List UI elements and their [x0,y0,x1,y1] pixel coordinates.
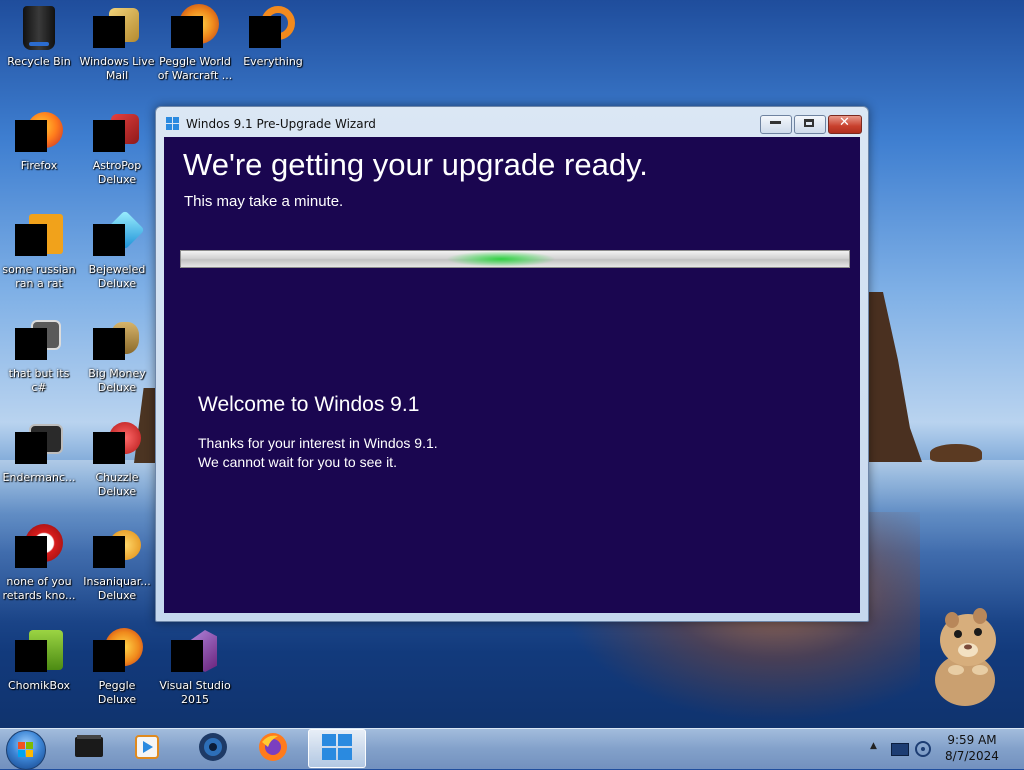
money-bag-icon [93,316,141,364]
desktop-icon-recycle-bin[interactable]: Recycle Bin [0,4,78,69]
clock-time: 9:59 AM [947,733,997,747]
windows-flag-icon [18,742,34,758]
taskbar: ▲ [0,728,1024,770]
peggle-icon [171,4,219,52]
desktop-icon-chomikbox[interactable]: ChomikBox [0,628,78,693]
taskbar-app-media-player[interactable] [118,729,176,768]
app-e-icon [15,212,63,260]
start-button[interactable] [6,730,46,770]
taskbar-app-terminal[interactable] [60,729,118,768]
welcome-title: Welcome to Windos 9.1 [198,393,420,416]
desktop-icon-peggle-deluxe[interactable]: Peggle Deluxe [78,628,156,707]
chuzzle-icon [93,420,141,468]
recycle-bin-icon [15,4,63,52]
desktop-icon-bejeweled[interactable]: Bejeweled Deluxe [78,210,156,291]
desktop-icon-astropop[interactable]: AstroPop Deluxe [78,108,156,187]
taskbar-app-firefox[interactable] [244,729,302,768]
windows-app-icon [321,733,353,765]
maximize-button[interactable] [794,115,826,134]
fish-icon [93,524,141,572]
firefox-icon [258,732,288,766]
close-button[interactable]: ✕ [828,115,862,134]
chomikbox-icon [15,628,63,676]
desktop-icon-big-money[interactable]: Big Money Deluxe [78,316,156,395]
taskbar-app-windos-wizard[interactable] [308,729,366,768]
system-clock[interactable]: 9:59 AM 8/7/2024 [930,732,1014,764]
red-circle-icon [15,524,63,572]
desktop-icon-everything[interactable]: Everything [234,4,312,69]
wizard-subheading: This may take a minute. [184,193,344,210]
everything-search-icon [249,4,297,52]
firefox-icon [15,108,63,156]
windows-copy-icon [15,316,63,364]
wizard-content: We're getting your upgrade ready. This m… [164,137,860,613]
taskbar-app-globe[interactable] [184,729,242,768]
wallpaper-rock [930,444,982,462]
desktop-icon-peggle-wow[interactable]: Peggle World of Warcraft ... [156,4,234,83]
network-icon[interactable] [891,743,909,756]
wizard-heading: We're getting your upgrade ready. [183,147,648,182]
globe-app-icon [198,732,228,766]
desktop-icon-endermanch[interactable]: Endermanc... [0,420,78,485]
desktop-icon-visual-studio[interactable]: Visual Studio 2015 [156,628,234,707]
media-player-icon [134,734,160,764]
window-titlebar[interactable]: Windos 9.1 Pre-Upgrade Wizard ✕ [156,107,868,137]
close-icon: ✕ [839,115,850,130]
progress-marquee [446,251,556,267]
hamster-image [922,600,1008,708]
upgrade-progress-bar [180,250,850,268]
visual-studio-icon [171,628,219,676]
minimize-button[interactable] [760,115,792,134]
desktop-icon-windows-live-mail[interactable]: Windows Live Mail [78,4,156,83]
window-title: Windos 9.1 Pre-Upgrade Wizard [186,117,376,131]
terminal-icon [15,420,63,468]
mail-icon [93,4,141,52]
desktop-icon-none-of-you[interactable]: none of you retards kno... [0,524,78,603]
gem-icon [93,210,145,260]
tray-expand-arrow[interactable]: ▲ [870,741,877,751]
peggle-deluxe-icon [93,628,143,676]
desktop-icon-some-russian[interactable]: some russian ran a rat [0,212,78,291]
clock-date: 8/7/2024 [945,749,999,763]
welcome-text-line-1: Thanks for your interest in Windos 9.1. [198,435,438,451]
desktop-icon-that-but-its-csharp[interactable]: that but its c# [0,316,78,395]
terminal-app-icon [74,734,104,764]
windows-logo-icon [166,117,180,131]
desktop-icon-firefox[interactable]: Firefox [0,108,78,173]
welcome-text-line-2: We cannot wait for you to see it. [198,454,397,470]
maximize-icon [804,119,814,127]
wallpaper-cliff-right [862,292,922,462]
minimize-icon [770,121,781,124]
astropop-icon [93,108,141,156]
desktop-icon-insaniquarium[interactable]: Insaniquar... Deluxe [78,524,156,603]
desktop-icon-chuzzle[interactable]: Chuzzle Deluxe [78,420,156,499]
pre-upgrade-wizard-window: Windos 9.1 Pre-Upgrade Wizard ✕ We're ge… [155,106,869,622]
volume-icon[interactable] [915,740,931,762]
